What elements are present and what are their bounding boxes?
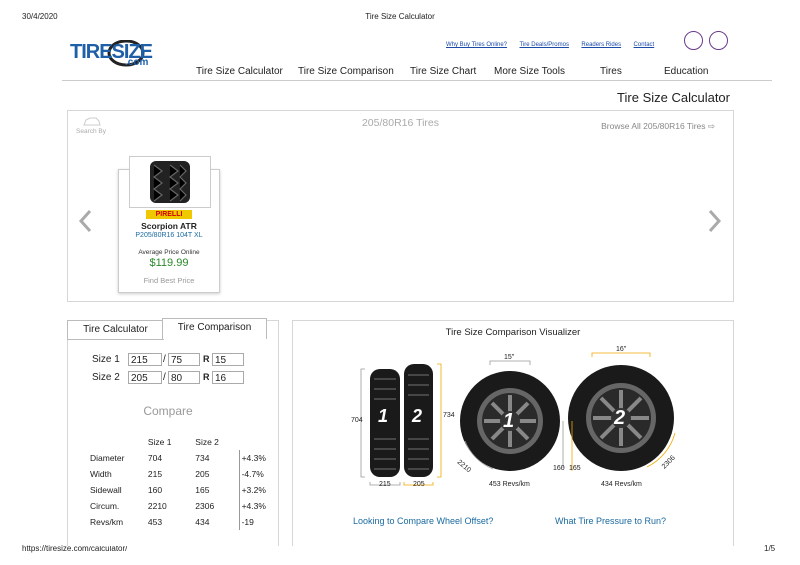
size1-rim-input[interactable]: 15 xyxy=(212,353,244,366)
rim-label-1: 15" xyxy=(504,354,515,361)
find-best-price-button[interactable]: Find Best Price xyxy=(119,276,219,285)
front-tire-1-label: 1 xyxy=(503,410,515,432)
slash: / xyxy=(163,372,166,383)
wheel-offset-link[interactable]: Looking to Compare Wheel Offset? xyxy=(353,516,493,526)
slash: / xyxy=(163,354,166,365)
nav-comparison[interactable]: Tire Size Comparison xyxy=(298,66,394,77)
table-row: Width 215 205 -4.7% xyxy=(90,466,278,482)
size1-aspect-input[interactable]: 75 xyxy=(168,353,200,366)
width-label-2: 205 xyxy=(413,481,425,488)
calculator-panel: Tire Calculator Tire Comparison Size 1 2… xyxy=(67,318,279,546)
table-row: Revs/km 453 434 -19 xyxy=(90,514,278,530)
revs-label-1: 453 Revs/km xyxy=(489,481,530,488)
sidewall-label-1: 160 xyxy=(553,465,565,472)
size1-width-input[interactable]: 215 xyxy=(128,353,162,366)
table-row: Sidewall 160 165 +3.2% xyxy=(90,482,278,498)
nav-chart[interactable]: Tire Size Chart xyxy=(410,66,476,77)
compare-button[interactable]: Compare xyxy=(68,404,268,418)
revs-label-2: 434 Revs/km xyxy=(601,481,642,488)
tire-carousel: Search By 205/80R16 Tires Browse All 205… xyxy=(67,110,734,302)
table-header: Size 1 Size 2 xyxy=(147,437,219,447)
size2-aspect-input[interactable]: 80 xyxy=(168,371,200,384)
top-link-readers-rides[interactable]: Readers Rides xyxy=(581,42,621,48)
size2-label: Size 2 xyxy=(92,372,120,383)
size1-label: Size 1 xyxy=(92,354,120,365)
product-card[interactable]: PIRELLI Scorpion ATR P205/80R16 104T XL … xyxy=(118,156,220,293)
rim-label-2: 16" xyxy=(616,346,627,353)
tab-tire-comparison[interactable]: Tire Comparison xyxy=(162,318,267,339)
social-circle-icon[interactable] xyxy=(684,31,703,50)
nav-more-tools[interactable]: More Size Tools xyxy=(494,66,565,77)
tab-tire-calculator[interactable]: Tire Calculator xyxy=(67,320,164,340)
side-tire-1-label: 1 xyxy=(378,406,389,426)
height-label-2: 734 xyxy=(443,412,455,419)
brand-badge: PIRELLI xyxy=(146,210,192,219)
visualizer-panel: Tire Size Comparison Visualizer 704 734 … xyxy=(292,320,734,546)
size2-width-input[interactable]: 205 xyxy=(128,371,162,384)
r-label: R xyxy=(203,372,210,382)
site-logo[interactable]: TIRESIZE .com xyxy=(70,40,165,70)
product-name[interactable]: Scorpion ATR xyxy=(119,221,219,231)
browse-all-link[interactable]: Browse All 205/80R16 Tires ⇨ xyxy=(601,121,715,132)
top-link-deals[interactable]: Tire Deals/Promos xyxy=(519,42,568,48)
table-row: Diameter 704 734 +4.3% xyxy=(90,450,278,466)
logo-sub: .com xyxy=(125,57,149,68)
top-link-why-buy[interactable]: Why Buy Tires Online? xyxy=(446,42,507,48)
front-tire-2-label: 2 xyxy=(614,407,626,429)
tire-tread-image xyxy=(150,161,190,203)
search-by-label[interactable]: Search By xyxy=(76,128,106,135)
table-row: Circum. 2210 2306 +4.3% xyxy=(90,498,278,514)
social-circle-icon[interactable] xyxy=(709,31,728,50)
comparison-table: Size 1 Size 2 Diameter 704 734 +4.3% Width 2… xyxy=(90,434,278,530)
price-label: Average Price Online xyxy=(138,249,200,256)
product-image[interactable] xyxy=(129,156,211,208)
nav-education[interactable]: Education xyxy=(664,66,708,77)
product-price: $119.99 xyxy=(149,257,189,269)
size2-rim-input[interactable]: 16 xyxy=(212,371,244,384)
nav-calculator[interactable]: Tire Size Calculator xyxy=(196,66,283,77)
chevron-right-icon[interactable] xyxy=(708,209,722,233)
top-link-contact[interactable]: Contact xyxy=(634,42,655,48)
print-page: 1/5 xyxy=(764,544,776,553)
nav-divider xyxy=(62,80,772,81)
sidewall-label-2: 165 xyxy=(569,465,581,472)
print-title: Tire Size Calculator xyxy=(365,12,435,21)
chevron-left-icon[interactable] xyxy=(78,209,92,233)
top-links: Why Buy Tires Online? Tire Deals/Promos … xyxy=(438,33,654,51)
nav-tires[interactable]: Tires xyxy=(600,66,622,77)
side-tire-2-label: 2 xyxy=(412,406,423,426)
width-label-1: 215 xyxy=(379,481,391,488)
product-size[interactable]: P205/80R16 104T XL xyxy=(119,232,219,239)
page-title: Tire Size Calculator xyxy=(617,90,730,105)
tire-pressure-link[interactable]: What Tire Pressure to Run? xyxy=(555,516,666,526)
r-label: R xyxy=(203,354,210,364)
height-label-1: 704 xyxy=(351,417,363,424)
